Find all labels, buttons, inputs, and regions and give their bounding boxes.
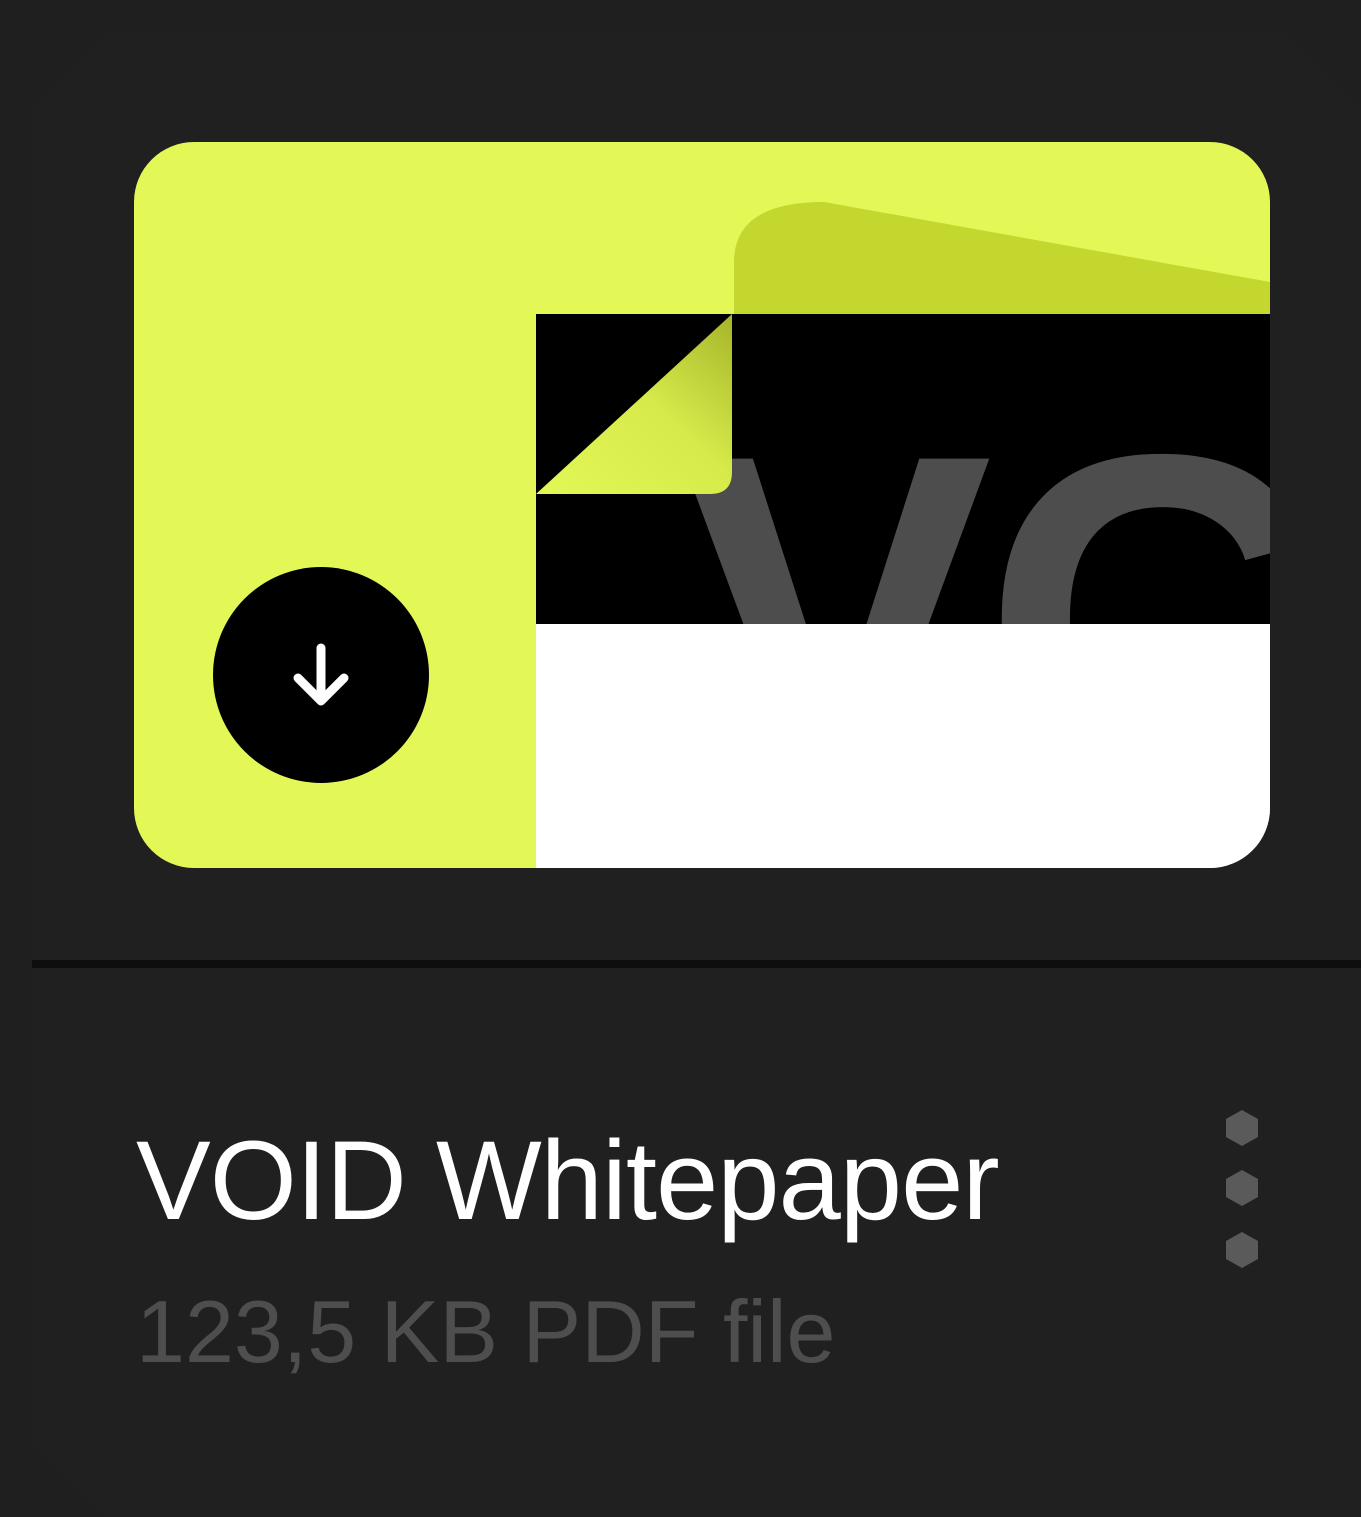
file-meta: 123,5 KB PDF file	[136, 1282, 835, 1382]
download-button[interactable]	[213, 567, 429, 783]
download-arrow-icon	[293, 643, 349, 706]
file-title[interactable]: VOID Whitepaper	[136, 1116, 1000, 1246]
file-type: PDF file	[522, 1282, 836, 1381]
more-vertical-icon	[1226, 1110, 1258, 1268]
more-options-button[interactable]	[1212, 1104, 1272, 1274]
card-divider	[32, 960, 1361, 968]
file-card[interactable]: VC VOID Whitepaper 123,5 KB PDF file	[32, 34, 1361, 1517]
file-size: 123,5 KB	[136, 1282, 499, 1381]
file-info: VOID Whitepaper 123,5 KB PDF file	[32, 968, 1361, 1517]
file-thumbnail[interactable]: VC	[134, 142, 1270, 868]
screen: VC VOID Whitepaper 123,5 KB PDF file	[0, 0, 1361, 1517]
file-preview-area: VC	[32, 34, 1361, 960]
